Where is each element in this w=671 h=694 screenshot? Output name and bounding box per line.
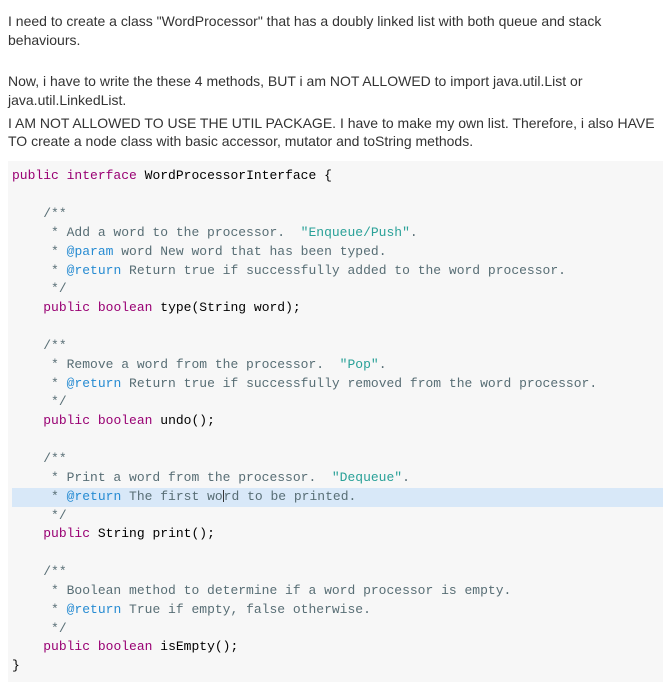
desc-p1: I need to create a class "WordProcessor"… <box>8 12 663 50</box>
doc-line: * Remove a word from the processor. "Pop… <box>12 357 387 372</box>
keyword-boolean: boolean <box>98 413 153 428</box>
keyword-public: public <box>43 300 90 315</box>
keyword-boolean: boolean <box>98 300 153 315</box>
desc-p2: Now, i have to write the these 4 methods… <box>8 72 663 110</box>
keyword-public: public <box>43 413 90 428</box>
doc-line: * Boolean method to determine if a word … <box>12 583 511 598</box>
method-params: (); <box>191 526 214 541</box>
method-name-print: print <box>152 526 191 541</box>
doc-open: /** <box>43 451 66 466</box>
doc-line: * @param word New word that has been typ… <box>12 244 387 259</box>
keyword-public: public <box>43 526 90 541</box>
doc-line: * @return Return true if successfully re… <box>12 376 597 391</box>
question-description: I need to create a class "WordProcessor"… <box>8 12 663 151</box>
keyword-public: public <box>12 168 59 183</box>
doc-line: * @return Return true if successfully ad… <box>12 263 566 278</box>
return-type-string: String <box>98 526 145 541</box>
method-params: (String word); <box>191 300 300 315</box>
doc-close: */ <box>43 394 66 409</box>
desc-p3: I AM NOT ALLOWED TO USE THE UTIL PACKAGE… <box>8 114 663 152</box>
keyword-interface: interface <box>67 168 137 183</box>
brace-close: } <box>12 658 20 673</box>
doc-close: */ <box>43 621 66 636</box>
method-name-type: type <box>160 300 191 315</box>
brace-open: { <box>324 168 332 183</box>
doc-line: * Print a word from the processor. "Dequ… <box>12 470 410 485</box>
doc-line: * Add a word to the processor. "Enqueue/… <box>12 225 418 240</box>
highlighted-line: * @return The first word to be printed. <box>12 488 663 507</box>
method-params: (); <box>215 639 238 654</box>
doc-line: * @return True if empty, false otherwise… <box>12 602 371 617</box>
method-name-isempty: isEmpty <box>160 639 215 654</box>
code-block: public interface WordProcessorInterface … <box>8 161 663 682</box>
method-name-undo: undo <box>160 413 191 428</box>
keyword-boolean: boolean <box>98 639 153 654</box>
method-params: (); <box>191 413 214 428</box>
doc-open: /** <box>43 564 66 579</box>
doc-open: /** <box>43 338 66 353</box>
doc-open: /** <box>43 206 66 221</box>
interface-name: WordProcessorInterface <box>145 168 317 183</box>
doc-close: */ <box>43 281 66 296</box>
doc-close: */ <box>43 508 66 523</box>
keyword-public: public <box>43 639 90 654</box>
